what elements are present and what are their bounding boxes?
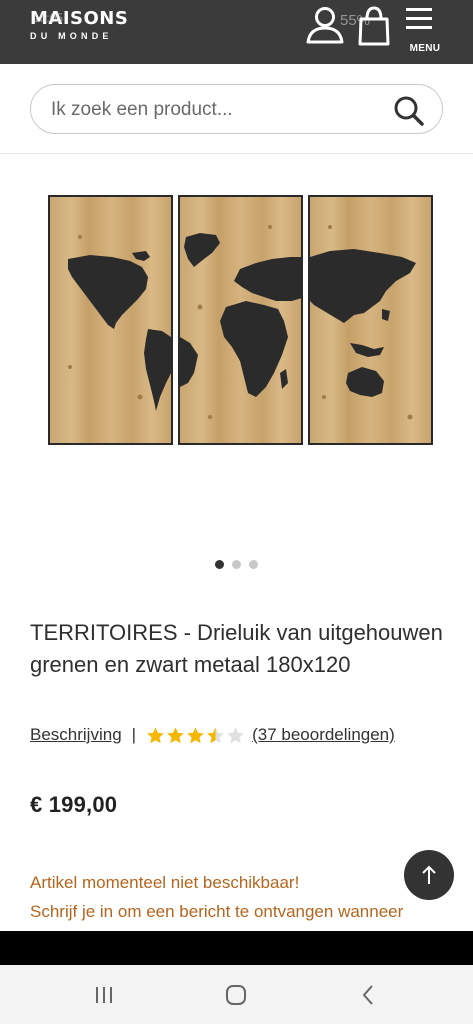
product-image-panel-center (178, 195, 303, 445)
star-icon (167, 726, 184, 743)
recent-apps-icon[interactable] (91, 982, 117, 1008)
carousel-pagination (0, 556, 473, 574)
star-icon (147, 726, 164, 743)
availability-line-2[interactable]: Schrijf je in om een bericht te ontvange… (30, 897, 460, 926)
scroll-to-top-button[interactable] (404, 850, 454, 900)
carousel-dot[interactable] (249, 560, 258, 569)
availability-message: Artikel momenteel niet beschikbaar! Schr… (30, 868, 460, 926)
star-icon (207, 726, 224, 743)
availability-line-1: Artikel momenteel niet beschikbaar! (30, 873, 300, 892)
world-map-europe-africa-image (180, 225, 301, 419)
product-image-panel-left (48, 195, 173, 445)
product-image-panel-right (308, 195, 433, 445)
product-image-gallery[interactable] (0, 155, 473, 585)
carousel-dot[interactable] (232, 560, 241, 569)
product-meta-row: Beschrijving | (37 beoordelingen) (30, 722, 395, 748)
home-icon[interactable] (223, 982, 249, 1008)
menu-button[interactable]: MENU (406, 6, 444, 54)
logo-bottom-text: DU MONDE (30, 31, 113, 41)
site-header: MAISONS DU MONDE 16:05 55% MENU (0, 0, 473, 64)
status-time: 16:05 (33, 11, 64, 25)
description-link[interactable]: Beschrijving (30, 725, 122, 745)
reviews-link[interactable]: (37 beoordelingen) (252, 725, 395, 745)
search-box[interactable] (30, 84, 443, 134)
bottom-black-bar (0, 931, 473, 965)
world-map-americas-image (68, 235, 171, 411)
search-icon[interactable] (393, 95, 425, 127)
search-input[interactable] (51, 98, 381, 122)
product-title: TERRITOIRES - Drieluik van uitgehouwen g… (30, 620, 443, 677)
product-price: € 199,00 (30, 792, 118, 817)
menu-label: MENU (409, 43, 441, 54)
menu-icon (406, 8, 432, 29)
search-bar-area (0, 64, 473, 154)
shopping-bag-icon[interactable] (356, 5, 392, 47)
back-icon[interactable] (356, 982, 382, 1008)
meta-separator: | (131, 725, 137, 744)
star-icon (187, 726, 204, 743)
world-map-asia-australia-image (310, 225, 416, 420)
system-nav-bar (0, 965, 473, 1024)
arrow-up-icon (422, 865, 436, 884)
user-icon[interactable] (303, 5, 347, 45)
carousel-dot[interactable] (215, 560, 224, 569)
star-rating (146, 726, 246, 745)
star-icon (227, 726, 244, 743)
